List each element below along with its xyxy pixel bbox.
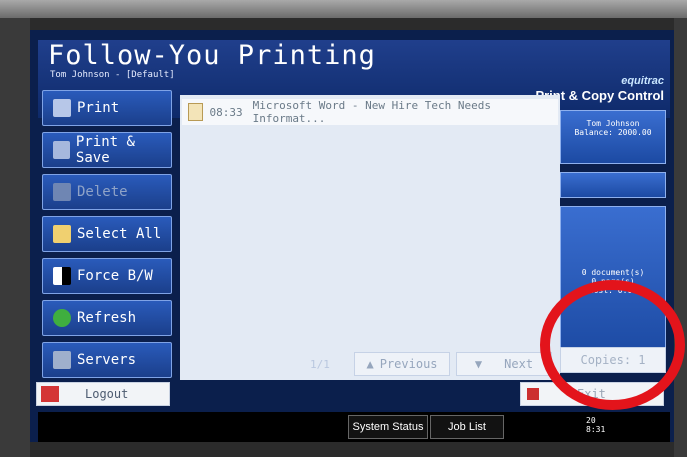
force-bw-button[interactable]: Force B/W — [42, 258, 172, 294]
delete-button[interactable]: Delete — [42, 174, 172, 210]
device-bezel-top — [0, 0, 687, 18]
account-balance: Balance: 2000.00 — [574, 128, 652, 137]
servers-label: Servers — [77, 352, 137, 368]
spacer-box — [560, 172, 666, 198]
job-name: Microsoft Word - New Hire Tech Needs Inf… — [252, 99, 491, 125]
highlight-circle — [540, 280, 685, 410]
clock-line2: 8:31 — [586, 425, 606, 434]
logout-button[interactable]: Logout — [36, 382, 170, 406]
refresh-label: Refresh — [77, 310, 137, 326]
close-icon — [527, 388, 539, 400]
taskbar: System Status Job List 20 8:31 — [38, 412, 670, 442]
print-save-button[interactable]: Print & Save — [42, 132, 172, 168]
clock-line1: 20 — [586, 416, 596, 425]
clock: 20 8:31 — [586, 416, 605, 434]
refresh-icon — [53, 309, 71, 327]
document-icon — [188, 103, 204, 121]
logout-icon — [41, 386, 59, 402]
servers-button[interactable]: Servers — [42, 342, 172, 378]
up-arrow-icon: ▲ — [366, 357, 374, 371]
app-title: Follow-You Printing — [48, 40, 376, 71]
job-row[interactable]: 08:33 Microsoft Word - New Hire Tech Nee… — [182, 99, 558, 125]
account-box: Tom Johnson Balance: 2000.00 — [560, 110, 666, 164]
print-save-label: Print & Save — [75, 134, 135, 166]
device-bezel-left — [0, 18, 30, 457]
bw-icon — [53, 267, 71, 285]
page-indicator: 1/1 — [310, 358, 330, 371]
pagination-bar: 1/1 ▲ Previous ▼ Next — [180, 348, 560, 376]
document-count: 0 document(s) — [581, 267, 645, 277]
system-status-button[interactable]: System Status — [348, 415, 428, 439]
printer-icon — [53, 99, 71, 117]
previous-button[interactable]: ▲ Previous — [354, 352, 450, 376]
device-bezel-right — [674, 18, 687, 457]
account-name: Tom Johnson — [586, 119, 640, 128]
logout-label: Logout — [85, 387, 129, 401]
select-all-label: Select All — [77, 226, 162, 242]
server-icon — [53, 351, 71, 369]
print-button[interactable]: Print — [42, 90, 172, 126]
sidebar: Print Print & Save Delete Select All For… — [42, 90, 172, 384]
delete-label: Delete — [77, 184, 128, 200]
user-line: Tom Johnson - [Default] — [50, 70, 175, 80]
job-time: 08:33 — [209, 105, 243, 119]
select-all-button[interactable]: Select All — [42, 216, 172, 252]
force-bw-label: Force B/W — [77, 268, 153, 284]
job-list-area: 08:33 Microsoft Word - New Hire Tech Nee… — [180, 95, 560, 380]
next-button[interactable]: ▼ Next — [456, 352, 552, 376]
print-save-icon — [53, 141, 70, 159]
brand-logo: equitrac — [621, 75, 664, 87]
refresh-button[interactable]: Refresh — [42, 300, 172, 336]
select-all-icon — [53, 225, 71, 243]
next-label: Next — [504, 357, 534, 371]
down-arrow-icon: ▼ — [474, 357, 483, 371]
job-list-button[interactable]: Job List — [430, 415, 504, 439]
previous-label: Previous — [379, 357, 438, 371]
print-label: Print — [77, 100, 120, 116]
delete-icon — [53, 183, 71, 201]
